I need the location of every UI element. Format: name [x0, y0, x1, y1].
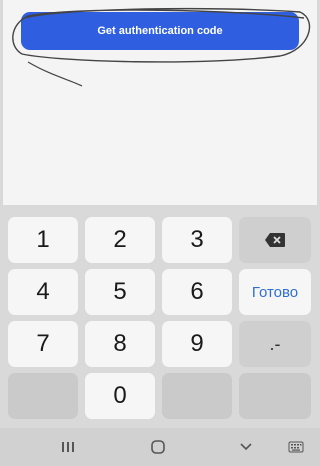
backspace-key[interactable]	[239, 217, 311, 263]
blank-key-left	[8, 373, 78, 419]
key-6-label: 6	[190, 278, 204, 305]
key-4[interactable]: 4	[8, 269, 78, 315]
key-6[interactable]: 6	[162, 269, 232, 315]
key-1-label: 1	[36, 226, 50, 253]
home-icon	[151, 440, 165, 454]
keyboard-icon	[288, 441, 304, 453]
punctuation-key[interactable]: .-	[239, 321, 311, 367]
back-icon	[240, 443, 252, 451]
recents-button[interactable]	[48, 428, 88, 466]
blank-key-right	[239, 373, 311, 419]
key-3-label: 3	[190, 226, 204, 253]
recents-icon	[62, 442, 74, 452]
key-9[interactable]: 9	[162, 321, 232, 367]
key-5-label: 5	[113, 278, 127, 305]
key-3[interactable]: 3	[162, 217, 232, 263]
key-9-label: 9	[190, 330, 204, 357]
home-button[interactable]	[138, 428, 178, 466]
get-authentication-code-button[interactable]: Get authentication code	[21, 12, 299, 50]
key-2-label: 2	[113, 226, 127, 253]
key-7-label: 7	[36, 330, 50, 357]
app-content: Get authentication code	[0, 0, 320, 205]
key-2[interactable]: 2	[85, 217, 155, 263]
numeric-keyboard: 1 2 3 4 5 6 Готово 7 8 9 .- 0	[0, 205, 320, 428]
blank-key-middle	[162, 373, 232, 419]
key-7[interactable]: 7	[8, 321, 78, 367]
keyboard-switch-button[interactable]	[276, 428, 316, 466]
key-4-label: 4	[36, 278, 50, 305]
back-button[interactable]	[226, 428, 266, 466]
key-1[interactable]: 1	[8, 217, 78, 263]
system-navigation-bar	[0, 428, 320, 466]
done-key[interactable]: Готово	[239, 269, 311, 315]
key-5[interactable]: 5	[85, 269, 155, 315]
backspace-icon	[265, 233, 285, 247]
punctuation-key-label: .-	[269, 333, 281, 354]
key-0-label: 0	[113, 382, 127, 409]
key-8-label: 8	[113, 330, 127, 357]
done-key-label: Готово	[251, 283, 299, 301]
key-8[interactable]: 8	[85, 321, 155, 367]
key-0[interactable]: 0	[85, 373, 155, 419]
